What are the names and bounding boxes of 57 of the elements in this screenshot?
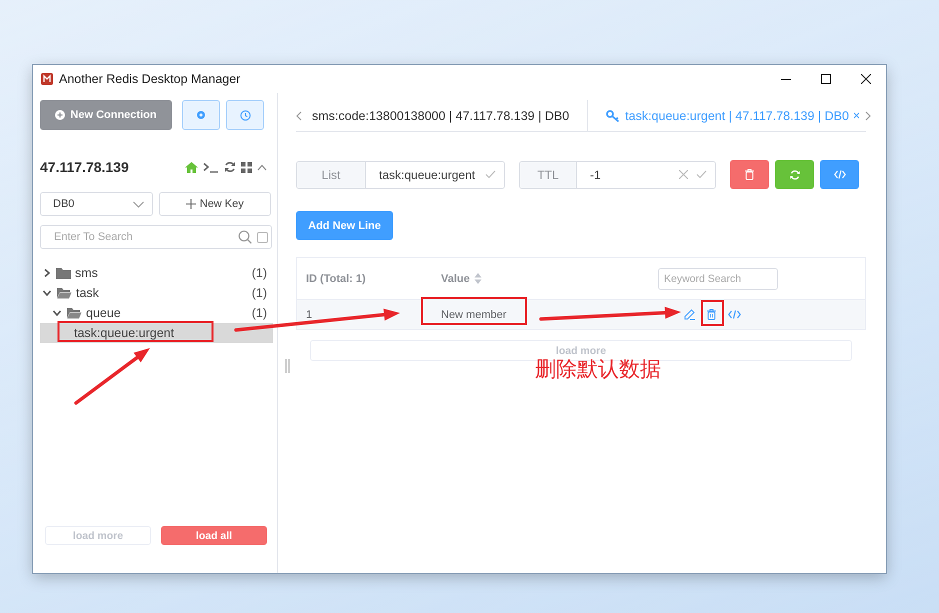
chevron-right-icon[interactable]	[42, 268, 52, 278]
key-tab[interactable]: sms:code:13800138000 | 47.117.78.139 | DB0	[302, 100, 588, 131]
keyword-search-field[interactable]: Keyword Search	[658, 268, 778, 290]
column-header: ID (Total: 1)	[305, 272, 367, 284]
code-icon	[834, 170, 846, 179]
sort-icon[interactable]	[474, 273, 482, 284]
trash-icon[interactable]	[707, 309, 716, 320]
close-icon[interactable]	[861, 74, 871, 84]
key-count: (1)	[252, 286, 267, 300]
terminal-icon[interactable]	[203, 162, 219, 172]
refresh-button[interactable]	[775, 160, 814, 189]
resize-handle-icon	[285, 359, 290, 373]
checkbox[interactable]	[257, 232, 268, 242]
chevron-down-icon	[132, 200, 144, 208]
host-name: 47.117.78.139	[40, 159, 129, 175]
key-count: (1)	[252, 306, 267, 320]
home-icon[interactable]	[185, 162, 198, 172]
folder-name: queue	[86, 306, 121, 320]
folder-row[interactable]: sms (1)	[40, 263, 273, 283]
delete-button[interactable]	[730, 160, 769, 189]
table-cell-text: 1	[305, 308, 314, 320]
gear-icon	[196, 110, 206, 120]
key-icon	[606, 110, 620, 122]
new-key-button[interactable]: New Key	[158, 192, 271, 216]
folder-row[interactable]: queue (1)	[40, 303, 273, 323]
key-count: (1)	[252, 266, 267, 280]
open-folder-icon	[56, 287, 72, 299]
maximize-icon[interactable]	[821, 74, 831, 84]
history-button[interactable]	[226, 100, 264, 130]
clock-icon	[240, 110, 250, 120]
key-name: task:queue:urgent	[74, 326, 174, 340]
folder-icon	[56, 267, 71, 279]
chevron-down-icon[interactable]	[42, 288, 52, 298]
search-field[interactable]: Enter To Search	[40, 225, 272, 249]
window-title: Another Redis Desktop Manager	[59, 72, 240, 86]
chevron-up-icon[interactable]	[257, 164, 267, 170]
chevron-left-icon[interactable]	[296, 110, 302, 120]
settings-button[interactable]	[182, 100, 220, 130]
grid-icon[interactable]	[241, 162, 252, 172]
open-folder-icon	[66, 307, 82, 319]
code-view-button[interactable]	[820, 160, 859, 189]
folder-name: sms	[75, 266, 98, 280]
code-icon[interactable]	[728, 310, 741, 319]
plus-icon	[186, 199, 196, 209]
edit-icon[interactable]	[684, 309, 695, 320]
table-cell: New member	[441, 308, 506, 320]
folder-name: task	[76, 286, 99, 300]
app-logo-icon	[41, 73, 53, 85]
database-select[interactable]: DB0	[40, 192, 153, 216]
chevron-down-icon[interactable]	[52, 308, 62, 318]
trash-icon	[745, 169, 754, 180]
refresh-icon[interactable]	[224, 161, 236, 173]
search-icon	[238, 230, 252, 244]
folder-row[interactable]: task (1)	[40, 283, 273, 303]
plus-circle-icon	[55, 110, 66, 120]
highlight-box	[701, 300, 724, 326]
refresh-icon	[790, 170, 800, 180]
